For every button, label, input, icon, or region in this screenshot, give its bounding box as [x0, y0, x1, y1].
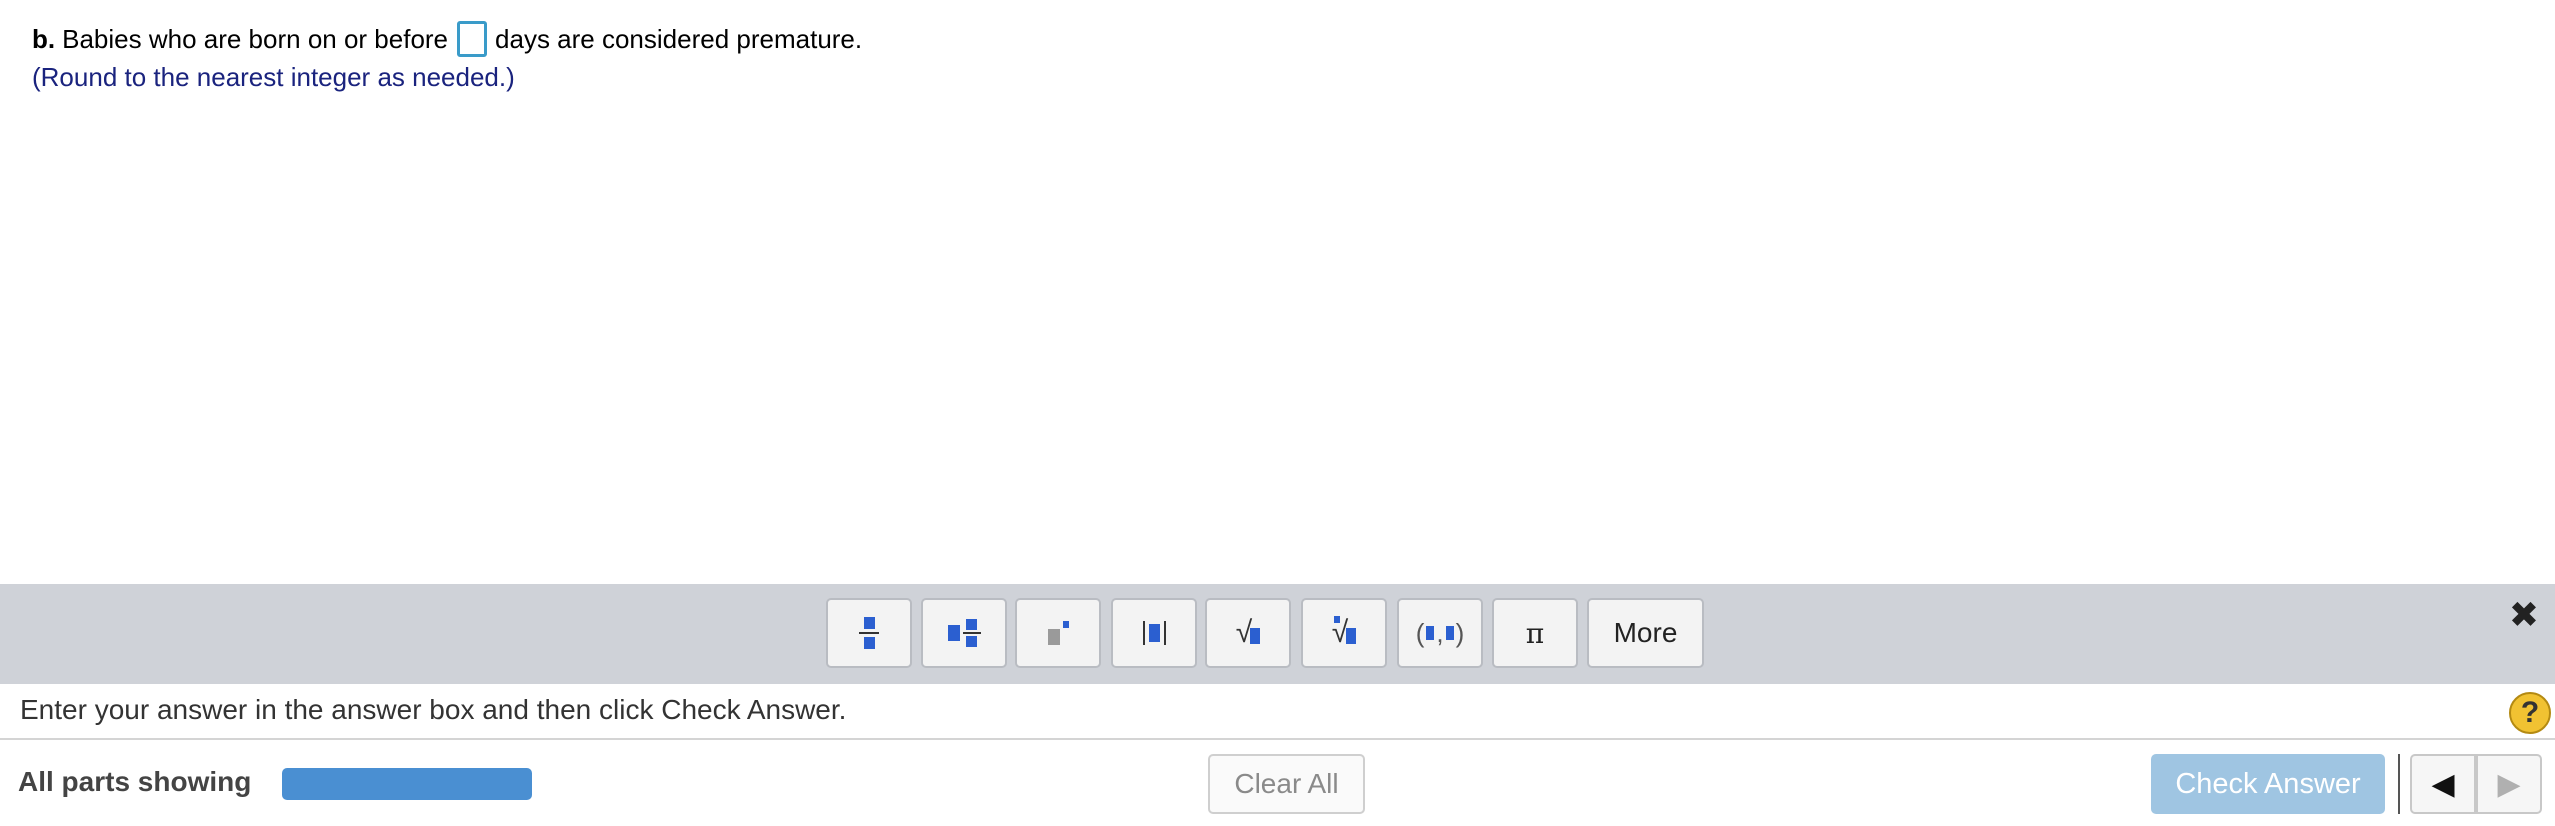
mixed-number-icon	[947, 619, 981, 647]
fraction-button[interactable]	[826, 598, 912, 668]
help-icon[interactable]: ?	[2509, 692, 2551, 734]
ordered-pair-icon: ( , )	[1415, 617, 1465, 648]
answer-input[interactable]	[457, 21, 488, 57]
footer: All parts showing Clear All Check Answer…	[0, 740, 2555, 826]
instruction-text: Enter your answer in the answer box and …	[20, 694, 847, 725]
absolute-value-button[interactable]	[1111, 598, 1197, 668]
fraction-icon	[859, 617, 879, 649]
page: b. Babies who are born on or before days…	[0, 0, 2555, 826]
question-line: b. Babies who are born on or before days…	[32, 20, 862, 58]
question-text-after: days are considered premature.	[495, 24, 863, 54]
more-button[interactable]: More	[1587, 598, 1704, 668]
ordered-pair-button[interactable]: ( , )	[1397, 598, 1483, 668]
nth-root-button[interactable]: √	[1301, 598, 1387, 668]
clear-all-button[interactable]: Clear All	[1208, 754, 1365, 814]
check-answer-button[interactable]: Check Answer	[2151, 754, 2385, 814]
previous-arrow-icon[interactable]: ◀	[2410, 754, 2476, 814]
more-label: More	[1613, 617, 1678, 648]
parts-progress-bar	[282, 768, 532, 800]
math-palette: √ √ ( , ) π More ✖	[0, 584, 2555, 684]
close-palette-icon[interactable]: ✖	[2509, 594, 2539, 636]
rounding-hint: (Round to the nearest integer as needed.…	[32, 62, 515, 92]
square-root-icon: √	[1236, 618, 1261, 648]
instruction-bar: Enter your answer in the answer box and …	[0, 684, 2555, 740]
parts-status-label: All parts showing	[18, 766, 252, 797]
square-root-button[interactable]: √	[1205, 598, 1291, 668]
pi-icon: π	[1525, 616, 1545, 650]
divider	[2398, 754, 2400, 814]
pi-button[interactable]: π	[1492, 598, 1578, 668]
progress-fill	[282, 768, 532, 800]
exponent-button[interactable]	[1015, 598, 1101, 668]
nth-root-icon: √	[1332, 616, 1357, 648]
question-text-before: Babies who are born on or before	[62, 24, 449, 54]
exponent-icon	[1047, 621, 1069, 645]
mixed-number-button[interactable]	[921, 598, 1007, 668]
absolute-value-icon	[1142, 621, 1166, 645]
part-label: b.	[32, 24, 56, 54]
next-arrow-icon[interactable]: ▶	[2476, 754, 2542, 814]
